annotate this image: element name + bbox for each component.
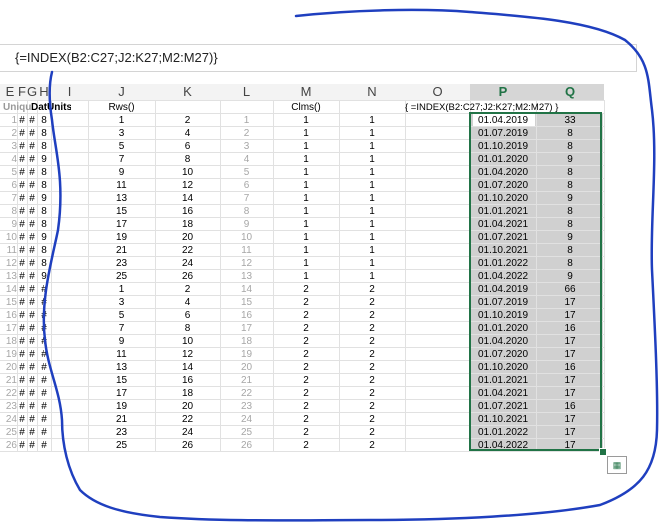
- pen-stroke: [42, 8, 659, 522]
- spreadsheet: {=INDEX(B2:C27;J2:K27;M2:M27)} EFGHIJKLM…: [0, 0, 671, 526]
- pen-annotation: [42, 8, 659, 522]
